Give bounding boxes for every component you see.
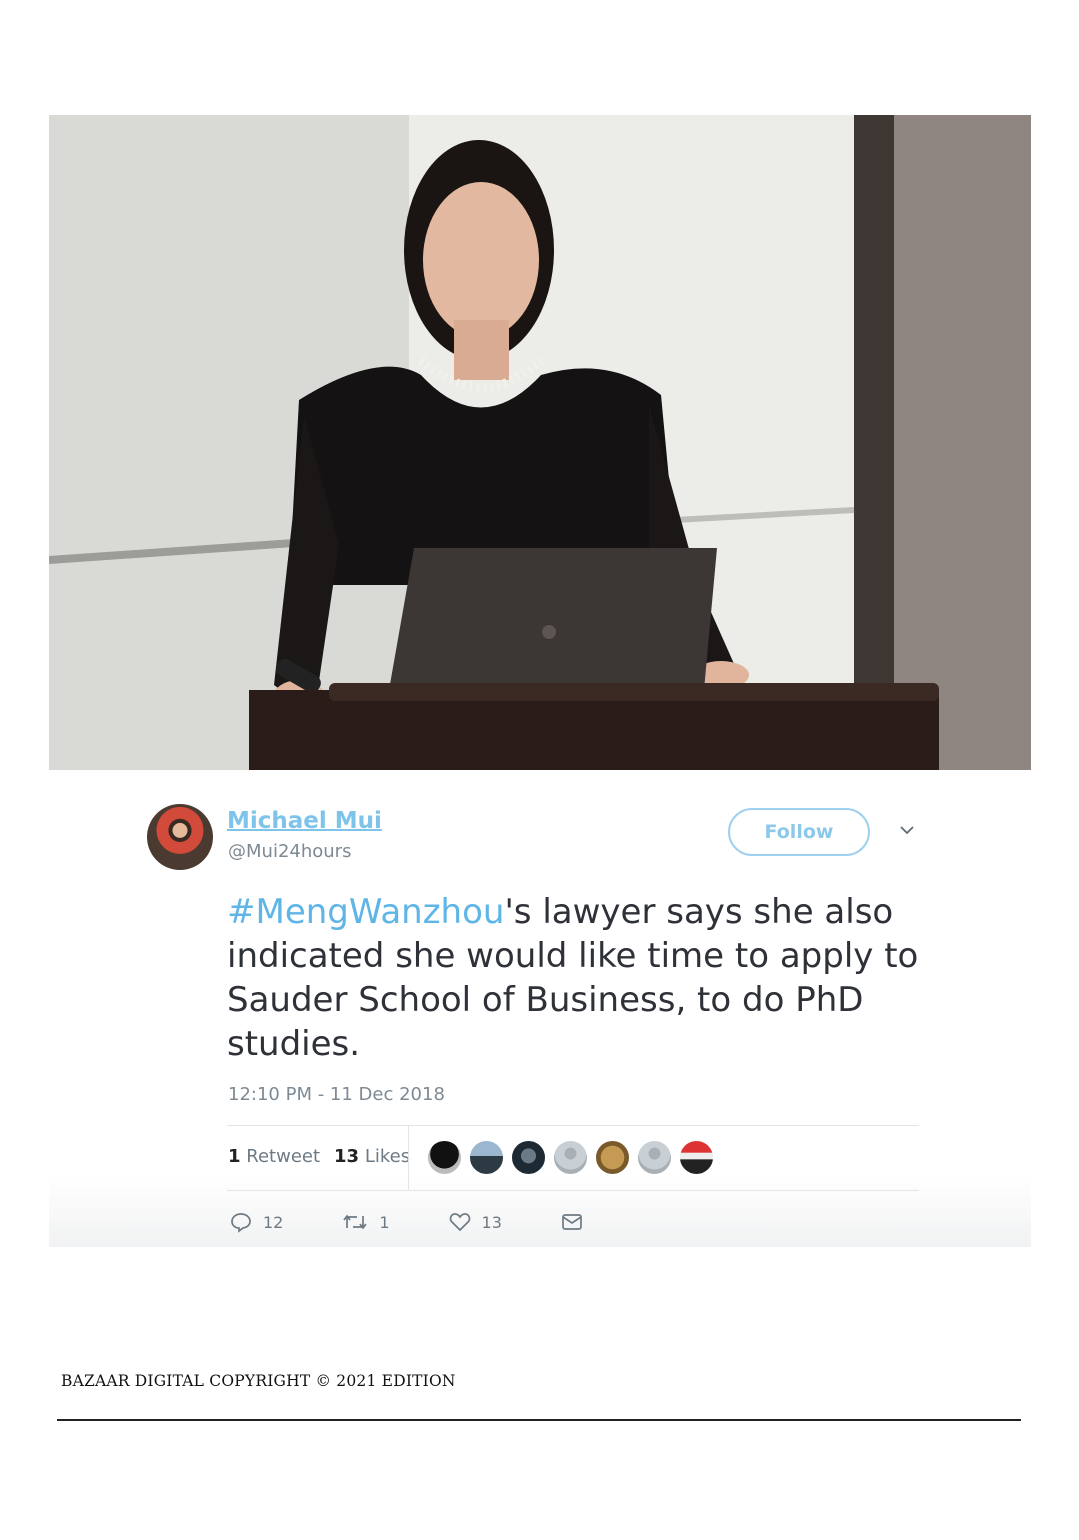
author-name[interactable]: Michael Mui: [227, 808, 382, 834]
liker-avatar[interactable]: [511, 1140, 546, 1175]
follow-button[interactable]: Follow: [728, 808, 870, 856]
like-action-count: 13: [481, 1212, 502, 1232]
like-stat-label: Likes: [364, 1146, 411, 1167]
liker-avatar[interactable]: [469, 1140, 504, 1175]
tweet-timestamp[interactable]: 12:10 PM - 11 Dec 2018: [228, 1084, 445, 1105]
copyright-notice: BAZAAR DIGITAL COPYRIGHT © 2021 EDITION: [61, 1372, 456, 1390]
liker-avatars: [427, 1140, 714, 1175]
reply-button[interactable]: 12: [229, 1210, 283, 1234]
footer-rule: [57, 1419, 1021, 1421]
avatar[interactable]: [147, 804, 213, 870]
podium-top: [329, 683, 939, 701]
retweet-stat[interactable]: 1 Retweet: [228, 1146, 320, 1167]
liker-avatar[interactable]: [637, 1140, 672, 1175]
podium: [249, 690, 939, 770]
direct-message-button[interactable]: [560, 1210, 584, 1234]
reply-count: 12: [263, 1212, 284, 1232]
retweet-stat-label: Retweet: [246, 1146, 321, 1167]
embedded-tweet: Michael Mui @Mui24hours Follow #MengWanz…: [49, 770, 1031, 1247]
wall-pillar: [854, 115, 894, 770]
reply-icon: [231, 1213, 251, 1233]
like-button[interactable]: 13: [448, 1210, 502, 1234]
tweet-text: #MengWanzhou's lawyer says she also indi…: [227, 890, 947, 1066]
liker-avatar[interactable]: [595, 1140, 630, 1175]
retweet-stat-count: 1: [228, 1146, 241, 1167]
like-stat[interactable]: 13 Likes: [334, 1146, 410, 1167]
wall-panel-right: [894, 115, 1031, 770]
hashtag-link[interactable]: #MengWanzhou: [227, 892, 504, 932]
divider-top: [227, 1125, 919, 1126]
heart-icon: [449, 1213, 470, 1232]
liker-avatar[interactable]: [679, 1140, 714, 1175]
author-handle[interactable]: @Mui24hours: [228, 841, 351, 862]
stats-separator: [408, 1126, 409, 1190]
divider-bottom: [227, 1190, 919, 1191]
engagement-stats: 1 Retweet 13 Likes: [228, 1146, 410, 1167]
liker-avatar[interactable]: [427, 1140, 462, 1175]
liker-avatar[interactable]: [553, 1140, 588, 1175]
envelope-icon: [562, 1214, 582, 1230]
chevron-down-icon[interactable]: [899, 822, 915, 838]
tweet-actions: 12 1 13: [229, 1210, 642, 1234]
laptop-lid: [389, 548, 717, 690]
retweet-icon: [343, 1214, 368, 1230]
photo-illustration: [49, 115, 1031, 770]
retweet-button[interactable]: 1: [341, 1210, 390, 1234]
face: [423, 182, 539, 338]
neck: [454, 320, 509, 380]
article-photo: [49, 115, 1031, 770]
retweet-action-count: 1: [379, 1212, 390, 1232]
like-stat-count: 13: [334, 1146, 360, 1167]
laptop-logo: [542, 625, 556, 639]
